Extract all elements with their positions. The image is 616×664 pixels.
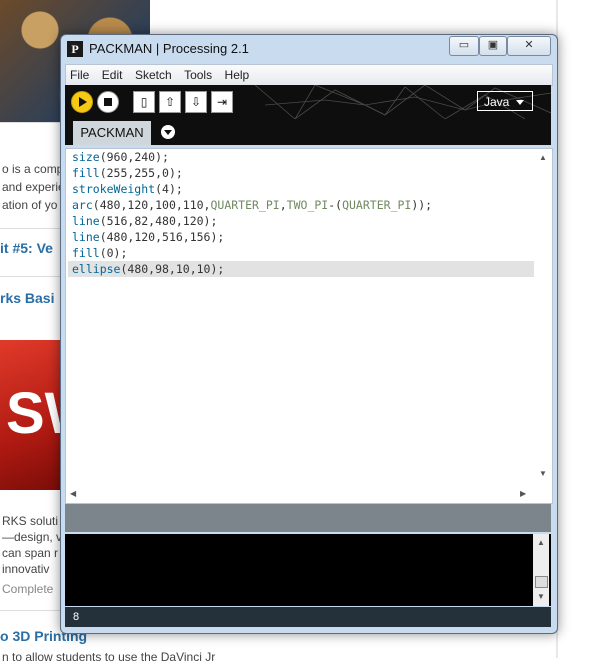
code-line[interactable]: line(480,120,516,156); xyxy=(72,229,224,245)
code-line[interactable]: size(960,240); xyxy=(72,149,169,165)
code-line[interactable]: fill(255,255,0); xyxy=(72,165,183,181)
processing-app-icon: P xyxy=(67,41,83,57)
code-line[interactable]: strokeWeight(4); xyxy=(72,181,183,197)
code-token: (255,255,0); xyxy=(99,166,183,180)
mode-selector[interactable]: Java xyxy=(477,91,533,111)
divider xyxy=(0,610,60,611)
bg-text-line: n to allow students to use the DaVinci J… xyxy=(2,650,216,664)
console-scrollbar[interactable]: ▲ ▼ xyxy=(533,534,549,606)
scroll-thumb[interactable] xyxy=(535,576,548,588)
code-token: (480,120,100,110, xyxy=(92,198,211,212)
solidworks-logo: SW xyxy=(0,340,99,490)
code-editor[interactable]: size(960,240); fill(255,255,0); strokeWeig… xyxy=(65,148,553,504)
bg-text-line: —design, v xyxy=(2,530,63,544)
menu-bar: File Edit Sketch Tools Help xyxy=(65,64,553,86)
minimize-button[interactable]: ▭ xyxy=(449,36,479,56)
function-token: strokeWeight xyxy=(72,182,156,196)
function-token: fill xyxy=(72,246,100,260)
bg-heading-link[interactable]: rks Basi xyxy=(0,290,54,306)
menu-help[interactable]: Help xyxy=(221,65,254,82)
code-line[interactable]: arc(480,120,100,110,QUARTER_PI,TWO_PI-(Q… xyxy=(72,197,432,213)
bg-heading-link[interactable]: it #5: Ve xyxy=(0,240,53,256)
mode-label: Java xyxy=(484,95,510,109)
bg-text-line: RKS soluti xyxy=(2,514,59,528)
open-icon[interactable]: ⇧ xyxy=(159,91,181,113)
code-token: -( xyxy=(328,198,343,212)
line-number-status: 8 xyxy=(65,607,551,627)
menu-edit[interactable]: Edit xyxy=(98,65,127,82)
function-token: ellipse xyxy=(72,262,121,276)
bg-text-line: o is a comp xyxy=(2,162,64,176)
menu-tools[interactable]: Tools xyxy=(180,65,216,82)
processing-window: P PACKMAN | Processing 2.1 ▭ ▣ ✕ File Ed… xyxy=(60,34,558,634)
code-token: (0); xyxy=(99,246,128,260)
play-icon[interactable] xyxy=(71,91,93,113)
window-title: PACKMAN | Processing 2.1 xyxy=(89,41,249,56)
code-token: (480,120,516,156); xyxy=(99,230,225,244)
scroll-down-icon[interactable]: ▼ xyxy=(537,592,545,601)
horizontal-scrollbar[interactable]: ◀ ▶ xyxy=(68,487,534,501)
bg-text-line: ation of yo xyxy=(2,198,58,212)
function-token: line xyxy=(72,214,100,228)
code-token: (4); xyxy=(155,182,183,196)
export-icon[interactable]: ⇥ xyxy=(211,91,233,113)
function-token: line xyxy=(72,230,100,244)
function-token: size xyxy=(72,150,100,164)
new-icon[interactable]: ▯ xyxy=(133,91,155,113)
function-token: fill xyxy=(72,166,100,180)
scroll-up-icon[interactable]: ▲ xyxy=(539,153,547,162)
code-line[interactable]: line(516,82,480,120); xyxy=(72,213,217,229)
function-token: arc xyxy=(72,198,93,212)
bg-text-line: can span r xyxy=(2,546,59,560)
bg-text-line: and experie xyxy=(2,180,65,194)
scroll-left-icon[interactable]: ◀ xyxy=(70,489,76,498)
code-token: , xyxy=(279,198,287,212)
menu-file[interactable]: File xyxy=(66,65,93,82)
tab-menu-icon[interactable] xyxy=(161,125,175,139)
divider xyxy=(0,276,60,277)
menu-sketch[interactable]: Sketch xyxy=(131,65,176,82)
code-token: (516,82,480,120); xyxy=(99,214,218,228)
scroll-right-icon[interactable]: ▶ xyxy=(520,489,526,498)
stop-icon[interactable] xyxy=(97,91,119,113)
chevron-down-icon xyxy=(516,100,524,105)
message-area xyxy=(65,504,551,532)
console[interactable]: ▲ ▼ xyxy=(65,534,551,606)
close-button[interactable]: ✕ xyxy=(507,36,551,56)
code-line[interactable]: ellipse(480,98,10,10); xyxy=(72,261,224,277)
scroll-up-icon[interactable]: ▲ xyxy=(537,538,545,547)
code-line[interactable]: fill(0); xyxy=(72,245,127,261)
bg-text-line: innovativ xyxy=(2,562,50,576)
toolbar: ▯ ⇧ ⇩ ⇥ Java xyxy=(65,85,551,119)
vertical-scrollbar[interactable]: ▲ ▼ xyxy=(536,151,550,481)
tab-bar: PACKMAN xyxy=(65,119,551,145)
constant-token: TWO_PI xyxy=(286,198,329,212)
save-icon[interactable]: ⇩ xyxy=(185,91,207,113)
divider xyxy=(0,122,60,123)
constant-token: QUARTER_PI xyxy=(342,198,412,212)
tab-packman[interactable]: PACKMAN xyxy=(73,121,151,145)
scroll-down-icon[interactable]: ▼ xyxy=(539,469,547,478)
code-token: (480,98,10,10); xyxy=(120,262,225,276)
code-token: (960,240); xyxy=(99,150,169,164)
divider xyxy=(0,228,60,229)
title-bar[interactable]: P PACKMAN | Processing 2.1 ▭ ▣ ✕ xyxy=(61,35,557,63)
constant-token: QUARTER_PI xyxy=(210,198,280,212)
maximize-button[interactable]: ▣ xyxy=(479,36,507,56)
code-token: )); xyxy=(411,198,433,212)
complete-label: Complete xyxy=(2,582,54,596)
